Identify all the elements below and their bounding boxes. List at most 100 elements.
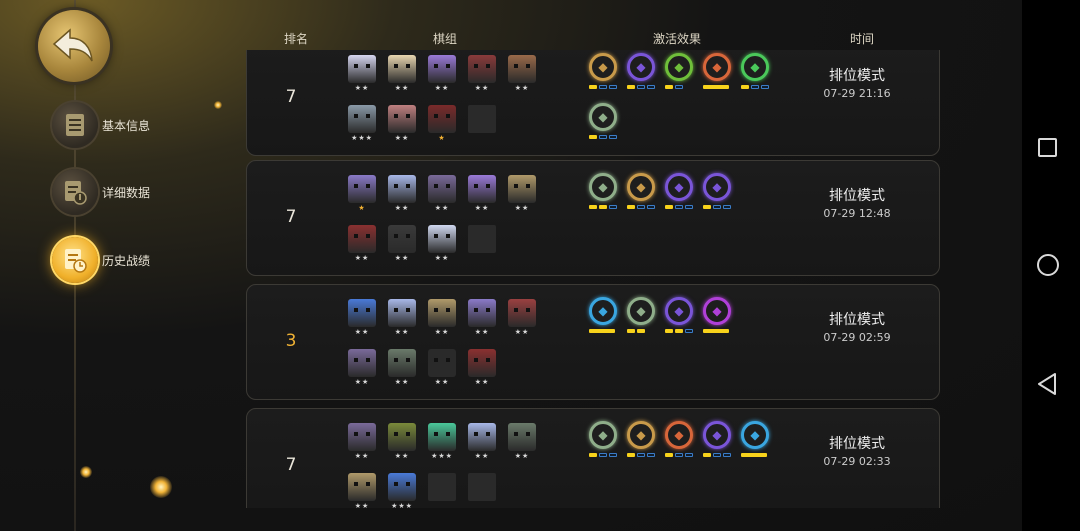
synergy-level-bar <box>665 85 695 89</box>
gear-icon: ◆ <box>627 421 655 449</box>
synergy-level-bar <box>665 453 695 457</box>
chess-unit[interactable]: ★★ <box>508 175 536 213</box>
sidebar-item-history[interactable]: 历史战绩 <box>52 237 150 283</box>
chess-unit[interactable]: ★★ <box>428 349 456 387</box>
unit-portrait <box>388 175 416 203</box>
chess-unit[interactable]: ★★ <box>348 299 376 337</box>
unit-portrait <box>388 55 416 83</box>
chess-unit[interactable]: ★★ <box>428 175 456 213</box>
unit-portrait <box>508 423 536 451</box>
sidebar-item-basic-info[interactable]: 基本信息 <box>52 102 150 148</box>
unit-portrait <box>348 105 376 133</box>
synergy-level-bar <box>589 329 619 333</box>
synergy-badge[interactable]: ◆ <box>627 421 657 461</box>
chess-unit[interactable]: ★★ <box>428 225 456 263</box>
unit-portrait <box>428 175 456 203</box>
sidebar-item-detail-data[interactable]: 详细数据 <box>52 169 150 215</box>
chess-unit[interactable]: ★★★ <box>428 423 456 461</box>
chess-unit[interactable]: ★★ <box>428 299 456 337</box>
synergy-badge[interactable]: ◆ <box>665 53 695 93</box>
chess-unit[interactable]: ★★ <box>388 423 416 461</box>
match-record-card[interactable]: 7 ★★ ★★ ★★★ ★★ ★★ ★★ ★★★ ◆ ◆ ◆ ◆ ◆ 排位模式 07-29 02:33 <box>246 408 940 508</box>
synergy-badge[interactable]: ◆ <box>665 421 695 461</box>
chess-unit[interactable]: ★★ <box>388 55 416 93</box>
synergy-level-bar <box>703 453 733 457</box>
synergy-badge[interactable]: ◆ <box>589 53 619 93</box>
chess-unit[interactable]: ★★ <box>468 423 496 461</box>
unit-portrait <box>468 55 496 83</box>
unit-portrait <box>348 225 376 253</box>
synergy-badge[interactable]: ◆ <box>665 173 695 213</box>
unit-stars: ★★ <box>394 328 410 336</box>
match-record-card[interactable]: 3 ★★ ★★ ★★ ★★ ★★ ★★ ★★ ★★ ★★ ◆ ◆ ◆ ◆ 排位模式 07-29 02:59 <box>246 284 940 400</box>
unit-portrait <box>388 423 416 451</box>
goblin-icon: ◆ <box>665 421 693 449</box>
chess-unit[interactable]: ★★ <box>428 55 456 93</box>
match-history-list[interactable]: 7 ★★ ★★ ★★ ★★ ★★ ★★★ ★★ ★ ◆ ◆ ◆ ◆ ◆ ◆ 排位模式 07-29 21:16 7 ★… <box>246 50 940 508</box>
synergy-badge[interactable]: ◆ <box>703 297 733 337</box>
unit-stars: ★★ <box>514 84 530 92</box>
synergy-badge[interactable]: ◆ <box>589 297 619 337</box>
unit-portrait <box>468 299 496 327</box>
chess-unit[interactable]: ★★ <box>348 473 376 508</box>
demon-icon: ◆ <box>703 53 731 81</box>
chess-unit[interactable]: ★★ <box>468 55 496 93</box>
chess-unit[interactable]: ★★ <box>348 225 376 263</box>
synergy-level-bar <box>665 329 695 333</box>
recent-apps-icon[interactable] <box>1038 138 1057 157</box>
chess-unit[interactable]: ★★ <box>388 175 416 213</box>
synergy-badge[interactable]: ◆ <box>741 53 771 93</box>
synergy-badge[interactable]: ◆ <box>589 173 619 213</box>
synergy-level-bar <box>589 205 619 209</box>
match-time: 07-29 12:48 <box>823 207 891 220</box>
chess-unit[interactable]: ★★ <box>508 423 536 461</box>
sidebar: 基本信息 详细数据 历史战绩 <box>0 0 240 531</box>
rank-value: 7 <box>285 207 297 227</box>
chess-unit[interactable]: ★★ <box>348 55 376 93</box>
document-icon <box>52 102 98 148</box>
synergy-badge[interactable]: ◆ <box>627 297 657 337</box>
synergy-badge[interactable]: ◆ <box>741 421 771 461</box>
synergy-badge[interactable]: ◆ <box>627 53 657 93</box>
chess-unit[interactable]: ★★ <box>388 225 416 263</box>
match-record-card[interactable]: 7 ★★ ★★ ★★ ★★ ★★ ★★★ ★★ ★ ◆ ◆ ◆ ◆ ◆ ◆ 排位模式 07-29 21:16 <box>246 50 940 156</box>
chess-unit[interactable]: ★★ <box>348 349 376 387</box>
home-icon[interactable] <box>1037 254 1059 276</box>
unit-portrait <box>348 299 376 327</box>
unit-portrait <box>508 55 536 83</box>
synergy-level-bar <box>703 329 733 333</box>
match-record-card[interactable]: 7 ★ ★★ ★★ ★★ ★★ ★★ ★★ ★★ ◆ ◆ ◆ ◆ 排位模式 07-29 12:48 <box>246 160 940 276</box>
chess-unit[interactable]: ★★ <box>388 105 416 143</box>
synergy-badge[interactable]: ◆ <box>589 421 619 461</box>
skull-icon: ◆ <box>703 297 731 325</box>
chess-unit[interactable]: ★ <box>428 105 456 143</box>
spirit-icon: ◆ <box>589 173 617 201</box>
chess-unit[interactable]: ★★★ <box>348 105 376 143</box>
chess-unit[interactable]: ★★ <box>508 55 536 93</box>
back-nav-icon[interactable] <box>1036 372 1058 396</box>
chess-unit[interactable]: ★★ <box>388 349 416 387</box>
unit-stars: ★★ <box>434 328 450 336</box>
chess-unit[interactable]: ★★ <box>468 175 496 213</box>
synergy-badge[interactable]: ◆ <box>703 173 733 213</box>
unit-stars: ★★ <box>354 502 370 508</box>
synergy-badge[interactable]: ◆ <box>703 53 733 93</box>
chess-unit[interactable]: ★ <box>348 175 376 213</box>
synergy-level-bar <box>665 205 695 209</box>
unit-portrait <box>428 225 456 253</box>
chess-unit[interactable]: ★★ <box>348 423 376 461</box>
synergy-level-bar <box>741 85 771 89</box>
synergy-badge[interactable]: ◆ <box>703 421 733 461</box>
unit-stars: ★★ <box>394 452 410 460</box>
unit-portrait <box>388 225 416 253</box>
synergy-badge[interactable]: ◆ <box>665 297 695 337</box>
synergy-badge[interactable]: ◆ <box>589 103 619 143</box>
chess-unit[interactable]: ★★ <box>468 349 496 387</box>
synergy-badge[interactable]: ◆ <box>627 173 657 213</box>
synergy-level-bar <box>703 85 733 89</box>
chess-unit[interactable]: ★★ <box>388 299 416 337</box>
chess-unit[interactable]: ★★ <box>468 299 496 337</box>
chess-unit[interactable]: ★★ <box>508 299 536 337</box>
fish-icon: ◆ <box>627 53 655 81</box>
chess-unit[interactable]: ★★★ <box>388 473 416 508</box>
